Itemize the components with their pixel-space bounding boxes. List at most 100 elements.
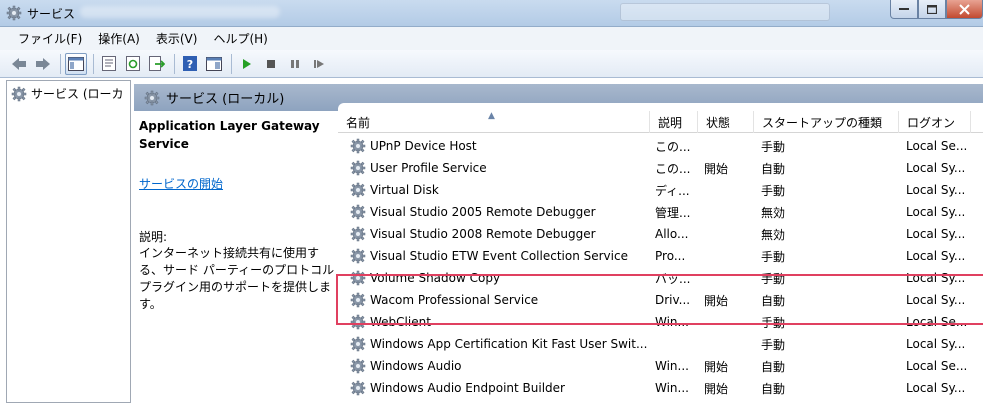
cell-logon-text: Local Sy...: [906, 205, 966, 219]
console-tree-icon: [68, 56, 84, 71]
table-row[interactable]: Virtual Disk ディ... 手動 Local Sy...: [338, 179, 983, 201]
console-tree: サービス (ローカ: [6, 80, 131, 403]
cell-description: Pro...: [655, 245, 700, 267]
export-button[interactable]: [146, 53, 168, 75]
restart-icon: [314, 59, 324, 68]
table-row[interactable]: UPnP Device Host この... 手動 Local Se...: [338, 135, 983, 157]
sort-ascending-icon: ▲: [488, 111, 495, 121]
cell-service-name-text: Wacom Professional Service: [370, 293, 539, 307]
back-button[interactable]: [8, 53, 30, 75]
cell-startup-type: 手動: [761, 245, 901, 267]
cell-logon: Local Sy...: [906, 201, 978, 223]
table-row[interactable]: Wacom Professional Service Driv... 開始 自動 Loc…: [338, 289, 983, 311]
column-header-name[interactable]: 名前 ▲: [338, 111, 650, 133]
menu-file[interactable]: ファイル(F): [10, 30, 90, 47]
title-bar[interactable]: サービス: [0, 0, 983, 27]
column-header-description[interactable]: 説明: [650, 111, 698, 133]
cell-status: [704, 333, 754, 355]
cell-description-text: Pro...: [655, 249, 686, 263]
service-gear-icon: [350, 138, 366, 154]
cell-description-text: この...: [655, 161, 691, 176]
toolbar-separator: [174, 53, 175, 74]
cell-startup-type-text: 手動: [761, 183, 786, 198]
cell-service-name-text: Visual Studio ETW Event Collection Servi…: [370, 249, 628, 263]
refresh-icon: [126, 56, 140, 71]
cell-logon: Local Sy...: [906, 377, 978, 399]
cell-startup-type-text: 手動: [761, 249, 786, 264]
cell-description: Win...: [655, 311, 700, 333]
properties-icon: [102, 56, 116, 71]
cell-startup-type-text: 自動: [761, 293, 786, 308]
cell-logon-text: Local Sy...: [906, 249, 966, 263]
properties-button[interactable]: [98, 53, 120, 75]
maximize-icon: [927, 4, 937, 14]
cell-description-text: この...: [655, 139, 691, 154]
cell-description-text: Allo...: [655, 227, 689, 241]
cell-startup-type: 手動: [761, 179, 901, 201]
cell-logon: Local Sy...: [906, 157, 978, 179]
minimize-button[interactable]: [890, 0, 918, 19]
cell-logon-text: Local Sy...: [906, 293, 966, 307]
start-service-link[interactable]: サービスの開始: [139, 175, 223, 192]
cell-startup-type-text: 自動: [761, 161, 786, 176]
cell-description: Win...: [655, 377, 700, 399]
table-row[interactable]: Visual Studio 2005 Remote Debugger 管理... 無…: [338, 201, 983, 223]
column-header-logon[interactable]: ログオン: [899, 111, 971, 133]
console-tree-button[interactable]: [65, 52, 87, 75]
cell-startup-type: 無効: [761, 201, 901, 223]
maximize-button[interactable]: [918, 0, 946, 19]
view-button[interactable]: [203, 53, 225, 75]
column-logon-label: ログオン: [907, 115, 956, 130]
pause-service-button[interactable]: [284, 53, 306, 75]
help-button[interactable]: ?: [179, 53, 201, 75]
cell-description: [655, 333, 700, 355]
start-service-button[interactable]: [236, 53, 258, 75]
cell-service-name: UPnP Device Host: [350, 135, 650, 157]
tree-node-services-local[interactable]: サービス (ローカ: [11, 85, 124, 102]
cell-startup-type-text: 手動: [761, 271, 786, 286]
cell-logon-text: Local Sy...: [906, 227, 966, 241]
cell-status: 開始: [704, 157, 754, 179]
table-row[interactable]: Windows Audio Win... 開始 自動 Local Se...: [338, 355, 983, 377]
table-row[interactable]: Windows Audio Endpoint Builder Win... 開始 自動…: [338, 377, 983, 399]
table-row[interactable]: WebClient Win... 手動 Local Se...: [338, 311, 983, 333]
table-row[interactable]: User Profile Service この... 開始 自動 Local Sy...: [338, 157, 983, 179]
cell-service-name: Windows App Certification Kit Fast User …: [350, 333, 650, 355]
forward-button[interactable]: [32, 53, 54, 75]
refresh-button[interactable]: [122, 53, 144, 75]
table-row[interactable]: Windows App Certification Kit Fast User …: [338, 333, 983, 355]
description-label: 説明:: [139, 230, 168, 244]
restart-service-button[interactable]: [308, 53, 330, 75]
forward-icon: [36, 57, 50, 70]
tree-node-label: サービス (ローカ: [31, 87, 124, 101]
start-icon: [243, 58, 251, 69]
stop-service-button[interactable]: [260, 53, 282, 75]
cell-status: 開始: [704, 355, 754, 377]
cell-service-name-text: WebClient: [370, 315, 431, 329]
table-row[interactable]: Visual Studio 2008 Remote Debugger Allo..…: [338, 223, 983, 245]
cell-status-text: 開始: [704, 359, 729, 374]
cell-description-text: ディ...: [655, 183, 690, 198]
cell-logon: Local Sy...: [906, 179, 978, 201]
column-header-status[interactable]: 状態: [698, 111, 754, 133]
cell-service-name: Volume Shadow Copy: [350, 267, 650, 289]
cell-logon: Local Sy...: [906, 267, 978, 289]
cell-service-name: Windows Audio: [350, 355, 650, 377]
cell-service-name-text: Visual Studio 2005 Remote Debugger: [370, 205, 596, 219]
menu-help[interactable]: ヘルプ(H): [205, 30, 275, 47]
cell-service-name-text: Volume Shadow Copy: [370, 271, 501, 285]
table-row[interactable]: Visual Studio ETW Event Collection Servi…: [338, 245, 983, 267]
menu-action[interactable]: 操作(A): [90, 30, 148, 47]
close-button[interactable]: [946, 0, 983, 19]
cell-startup-type: 自動: [761, 157, 901, 179]
cell-description: バッ...: [655, 267, 700, 289]
cell-service-name-text: Windows Audio: [370, 359, 462, 373]
table-row[interactable]: Volume Shadow Copy バッ... 手動 Local Sy...: [338, 267, 983, 289]
cell-startup-type: 手動: [761, 333, 901, 355]
cell-service-name: WebClient: [350, 311, 650, 333]
column-header-overflow[interactable]: [971, 111, 983, 133]
menu-view[interactable]: 表示(V): [148, 30, 206, 47]
cell-status: [704, 311, 754, 333]
close-icon: [959, 3, 970, 15]
column-header-startup[interactable]: スタートアップの種類: [754, 111, 899, 133]
